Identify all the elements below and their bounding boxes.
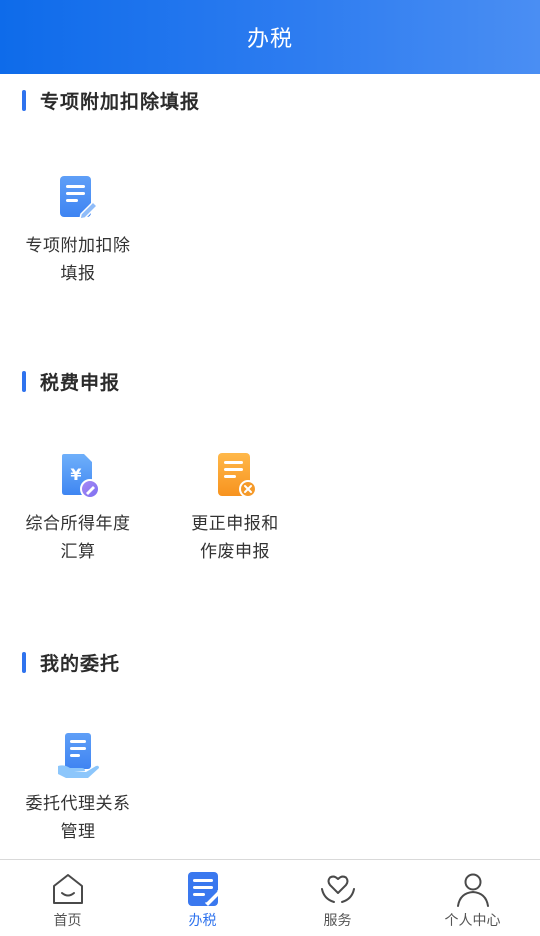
tile-label: 更正申报和 作废申报 — [191, 514, 279, 562]
tab-label: 首页 — [53, 913, 82, 929]
tab-label: 办税 — [188, 913, 217, 929]
tab-label: 个人中心 — [444, 913, 501, 929]
tile-delegation-management[interactable]: 委托代理关系 管理 — [8, 730, 148, 846]
tile-annual-settlement[interactable]: ¥ 综合所得年度 汇算 — [8, 450, 148, 566]
section-title-text: 我的委托 — [40, 652, 121, 675]
tab-label: 服务 — [323, 913, 352, 929]
bottom-tab-bar: 首页 办税 服务 个人中心 — [0, 859, 540, 936]
section-accent-bar — [22, 89, 26, 111]
document-cancel-icon — [218, 453, 257, 498]
section-title-tax-declaration: 税费申报 — [22, 368, 120, 394]
app-header: 办税 — [0, 0, 540, 74]
tile-label: 综合所得年度 汇算 — [25, 514, 131, 562]
svg-text:¥: ¥ — [70, 465, 81, 484]
tile-label: 专项附加扣除 填报 — [25, 236, 131, 284]
tab-service[interactable]: 服务 — [270, 860, 405, 936]
section-title-text: 税费申报 — [40, 371, 121, 394]
yuan-document-icon: ¥ — [62, 454, 100, 499]
section-accent-bar — [22, 370, 26, 392]
section-accent-bar — [22, 651, 26, 673]
tax-form-icon — [187, 872, 221, 906]
tab-home[interactable]: 首页 — [0, 860, 135, 936]
heart-hands-icon — [320, 875, 355, 903]
section-title-special-deduction: 专项附加扣除填报 — [22, 87, 200, 113]
form-edit-icon — [60, 176, 99, 220]
tile-correct-void-declaration[interactable]: 更正申报和 作废申报 — [165, 450, 305, 566]
user-icon — [456, 873, 489, 907]
tab-tax[interactable]: 办税 — [135, 860, 270, 936]
page-title: 办税 — [246, 27, 293, 52]
section-title-text: 专项附加扣除填报 — [40, 90, 201, 113]
tab-profile[interactable]: 个人中心 — [405, 860, 540, 936]
tile-label: 委托代理关系 管理 — [25, 794, 131, 842]
section-title-delegation: 我的委托 — [22, 649, 120, 675]
hand-document-icon — [58, 733, 99, 778]
home-icon — [52, 874, 83, 904]
tile-special-deduction[interactable]: 专项附加扣除 填报 — [8, 172, 148, 288]
